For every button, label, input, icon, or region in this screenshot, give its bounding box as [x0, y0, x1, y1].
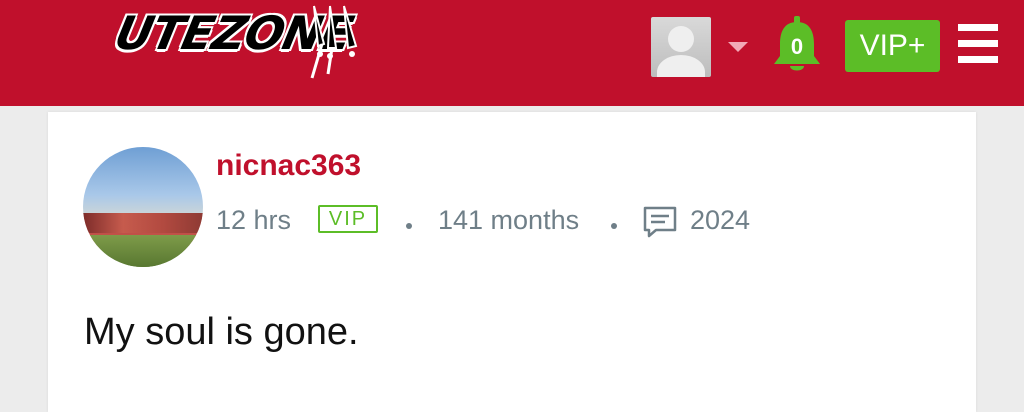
default-avatar-head — [668, 26, 694, 52]
feathers-icon — [310, 5, 358, 79]
site-logo[interactable]: UTEZONE — [108, 4, 370, 86]
post-count: 2024 — [690, 205, 751, 235]
post-time: 12 hrs — [216, 205, 292, 235]
user-avatar-button[interactable] — [651, 17, 711, 77]
avatar-stadium-stands — [83, 213, 203, 233]
post-author[interactable]: nicnac363 — [216, 149, 361, 183]
avatar-stadium-field — [83, 235, 203, 267]
separator-dot — [611, 223, 617, 229]
author-avatar[interactable] — [83, 147, 203, 267]
menu-bar-middle — [958, 40, 998, 47]
top-navigation-bar: UTEZONE 0 VIP+ — [0, 0, 1024, 106]
vip-badge: VIP — [318, 205, 378, 233]
notifications-bell-button[interactable]: 0 — [770, 14, 824, 76]
menu-bar-top — [958, 24, 998, 31]
menu-bar-bottom — [958, 56, 998, 63]
default-avatar-body — [657, 55, 705, 77]
post-body: My soul is gone. — [84, 311, 359, 353]
membership-duration: 141 months — [438, 205, 580, 235]
comment-icon — [643, 206, 677, 238]
caret-down-icon[interactable] — [728, 42, 748, 52]
hamburger-menu-icon[interactable] — [956, 24, 1000, 64]
separator-dot — [406, 223, 412, 229]
vip-plus-button[interactable]: VIP+ — [845, 20, 940, 72]
notification-count: 0 — [790, 34, 804, 59]
